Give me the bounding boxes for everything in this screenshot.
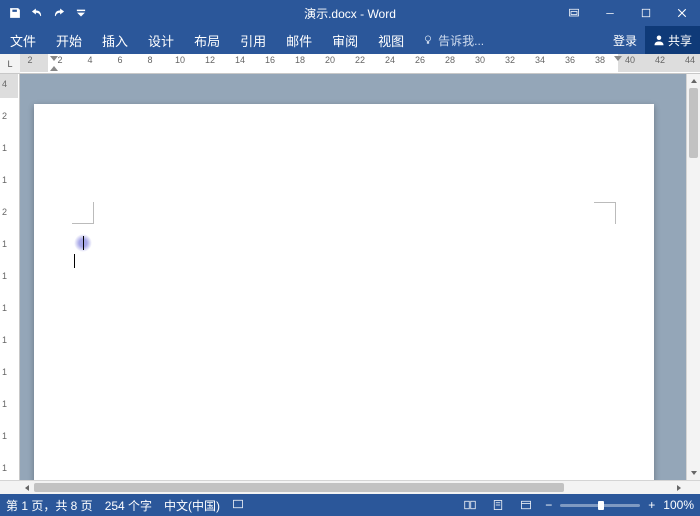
tab-view[interactable]: 视图 [368,26,414,54]
ribbon-display-options-button[interactable] [556,0,592,26]
hanging-indent[interactable] [50,66,58,71]
zoom-in-button[interactable]: + [646,498,657,512]
word-count[interactable]: 254 个字 [105,497,152,514]
horizontal-scrollbar-row [0,480,700,494]
vscroll-thumb[interactable] [689,88,698,158]
undo-button[interactable] [26,2,48,24]
hscroll-thumb[interactable] [34,483,564,492]
vertical-ruler[interactable]: 4211211111111 [0,74,20,480]
vscroll-track[interactable] [687,88,700,466]
tab-home[interactable]: 开始 [46,26,92,54]
scroll-down-button[interactable] [687,466,700,480]
tab-mailings[interactable]: 邮件 [276,26,322,54]
maximize-button[interactable] [628,0,664,26]
scroll-left-button[interactable] [20,481,34,494]
margin-mark-top-right [594,202,616,224]
zoom-slider[interactable] [560,504,640,507]
window-controls [556,0,700,26]
tab-insert[interactable]: 插入 [92,26,138,54]
tab-review[interactable]: 审阅 [322,26,368,54]
statusbar: 第 1 页，共 8 页 254 个字 中文(中国) − + 100% [0,494,700,516]
tab-layout[interactable]: 布局 [184,26,230,54]
language-indicator[interactable]: 中文(中国) [164,497,220,514]
read-mode-button[interactable] [459,496,481,514]
share-button[interactable]: 共享 [645,26,700,54]
page-indicator[interactable]: 第 1 页，共 8 页 [6,497,93,514]
zoom-out-button[interactable]: − [543,498,554,512]
document-area: 4211211111111 [0,74,700,480]
tell-me-label: 告诉我... [438,32,484,49]
print-layout-button[interactable] [487,496,509,514]
right-indent[interactable] [614,56,622,61]
tab-selector[interactable]: L [0,54,20,74]
ruler-row: L 22468101214161820222426283032343638404… [0,54,700,74]
quick-access-toolbar [0,2,92,24]
text-cursor-indicator [74,234,92,252]
ribbon-tabs: 文件 开始 插入 设计 布局 引用 邮件 审阅 视图 告诉我... 登录 共享 [0,26,700,54]
hscroll-track[interactable] [34,481,672,494]
zoom-percent[interactable]: 100% [663,498,694,512]
tell-me-search[interactable]: 告诉我... [414,26,492,54]
close-button[interactable] [664,0,700,26]
tab-file[interactable]: 文件 [0,26,46,54]
scroll-up-button[interactable] [687,74,700,88]
vertical-scrollbar[interactable] [686,74,700,480]
margin-mark-top-left [72,202,94,224]
page-canvas[interactable] [20,74,686,480]
customize-qat-button[interactable] [70,2,92,24]
text-caret [74,254,75,268]
titlebar: 演示.docx - Word [0,0,700,26]
scroll-right-button[interactable] [672,481,686,494]
web-layout-button[interactable] [515,496,537,514]
minimize-button[interactable] [592,0,628,26]
bulb-icon [422,34,434,46]
horizontal-ruler[interactable]: 2246810121416182022242628303234363840424… [20,54,700,74]
tab-references[interactable]: 引用 [230,26,276,54]
redo-button[interactable] [48,2,70,24]
person-icon [653,34,665,46]
save-button[interactable] [4,2,26,24]
horizontal-scrollbar[interactable] [20,481,686,494]
page[interactable] [34,104,654,480]
tab-design[interactable]: 设计 [138,26,184,54]
window-title: 演示.docx - Word [304,5,396,22]
signin-button[interactable]: 登录 [605,26,645,54]
zoom-slider-knob[interactable] [598,501,604,510]
